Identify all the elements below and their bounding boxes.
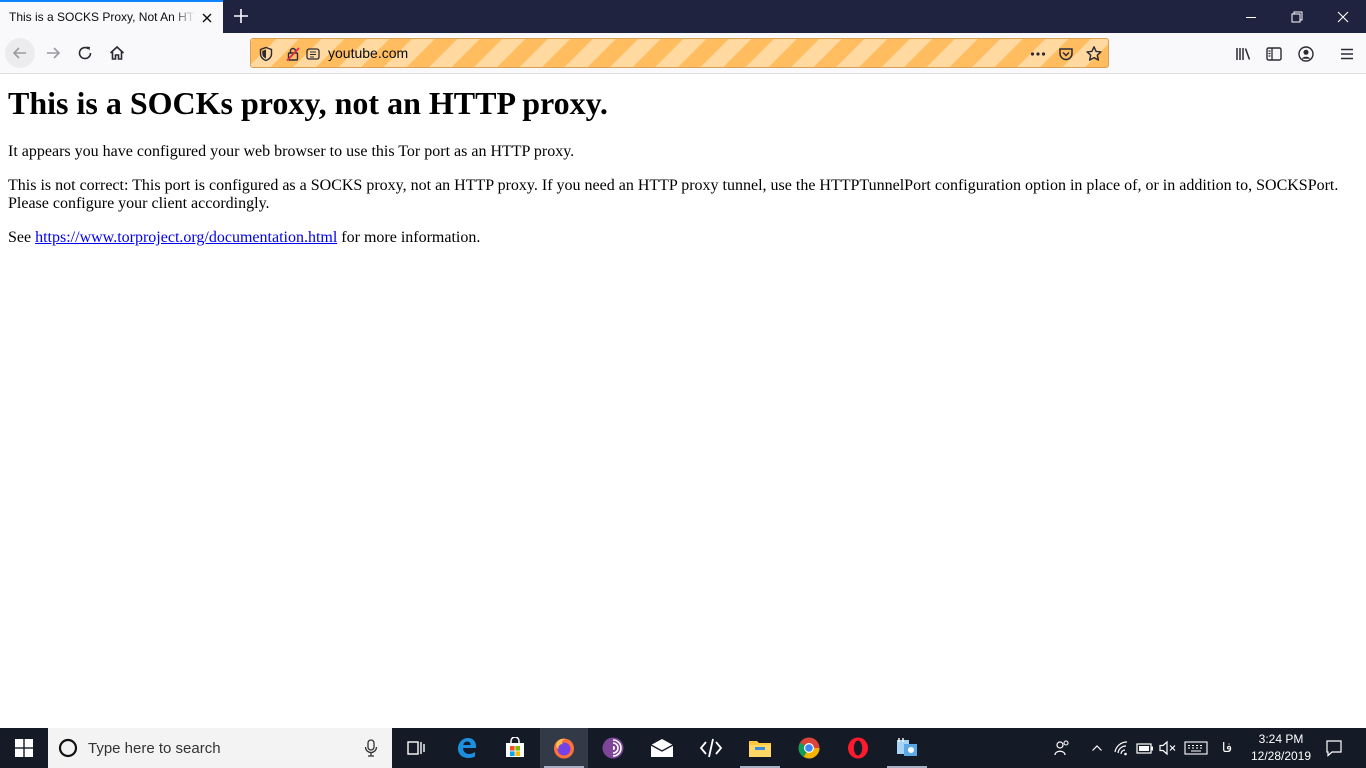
url-text[interactable]: youtube.com xyxy=(328,45,408,61)
battery-icon[interactable] xyxy=(1134,728,1156,768)
page-actions-icon[interactable] xyxy=(1029,45,1047,63)
microsoft-store-icon[interactable] xyxy=(491,728,539,768)
back-icon[interactable] xyxy=(5,38,35,68)
system-clock[interactable]: 3:24 PM 12/28/2019 xyxy=(1240,731,1322,765)
taskbar-search-placeholder: Type here to search xyxy=(88,740,221,757)
taskbar: Type here to search فا 3:24 PM 12/28/201… xyxy=(0,728,1366,768)
new-tab-icon[interactable] xyxy=(230,5,252,27)
paragraph-not-correct: This is not correct: This port is config… xyxy=(8,177,1339,212)
menu-icon[interactable] xyxy=(1336,43,1358,65)
edge-browser-icon[interactable] xyxy=(443,728,491,768)
chevron-up-icon[interactable] xyxy=(1086,728,1108,768)
navigation-toolbar: youtube.com xyxy=(0,33,1366,74)
autoplay-blocked-icon[interactable] xyxy=(304,45,322,63)
see-text: See xyxy=(8,229,36,246)
tracking-shield-icon[interactable] xyxy=(257,45,275,63)
tor-browser-icon[interactable] xyxy=(589,728,637,768)
bookmark-star-icon[interactable] xyxy=(1085,45,1103,63)
home-icon[interactable] xyxy=(102,38,132,68)
microphone-icon[interactable] xyxy=(364,739,378,761)
documentation-link[interactable]: https://www.torproject.org/documentation… xyxy=(35,229,337,246)
opera-icon[interactable] xyxy=(834,728,882,768)
clock-date: 12/28/2019 xyxy=(1250,749,1312,763)
pocket-icon[interactable] xyxy=(1057,45,1075,63)
page-content: This is a SOCKs proxy, not an HTTP proxy… xyxy=(0,75,1366,728)
file-explorer-icon[interactable] xyxy=(736,728,784,768)
account-icon[interactable] xyxy=(1295,43,1317,65)
close-window-icon[interactable] xyxy=(1320,0,1366,33)
page-heading: This is a SOCKs proxy, not an HTTP proxy… xyxy=(8,85,608,121)
taskbar-search-box[interactable]: Type here to search xyxy=(48,728,392,768)
close-tab-icon[interactable] xyxy=(199,10,215,26)
sidebar-icon[interactable] xyxy=(1263,43,1285,65)
tab-active[interactable]: This is a SOCKS Proxy, Not An HTTP Proxy xyxy=(0,0,223,33)
tab-title: This is a SOCKS Proxy, Not An HTTP Proxy xyxy=(9,10,195,24)
volume-muted-icon[interactable] xyxy=(1157,728,1179,768)
minimize-icon[interactable] xyxy=(1228,0,1274,33)
cortana-icon xyxy=(58,738,78,762)
more-info-text: for more information. xyxy=(337,229,481,246)
mail-icon[interactable] xyxy=(638,728,686,768)
keyboard-icon[interactable] xyxy=(1182,728,1210,768)
insecure-connection-icon[interactable] xyxy=(284,45,302,63)
restore-icon[interactable] xyxy=(1274,0,1320,33)
library-icon[interactable] xyxy=(1232,43,1254,65)
paragraph-browser-config: It appears you have configured your web … xyxy=(8,143,575,160)
people-icon[interactable] xyxy=(1048,728,1076,768)
title-bar: This is a SOCKS Proxy, Not An HTTP Proxy xyxy=(0,0,1366,33)
wifi-icon[interactable] xyxy=(1111,728,1133,768)
action-center-icon[interactable] xyxy=(1320,728,1348,768)
code-editor-icon[interactable] xyxy=(687,728,735,768)
paragraph-more-info: See https://www.torproject.org/documenta… xyxy=(8,229,1353,247)
firefox-icon[interactable] xyxy=(540,728,588,768)
clock-time: 3:24 PM xyxy=(1258,732,1304,746)
windows-start-icon[interactable] xyxy=(0,728,48,768)
url-bar[interactable]: youtube.com xyxy=(250,38,1109,68)
network-app-icon[interactable] xyxy=(883,728,931,768)
input-language-indicator[interactable]: فا xyxy=(1216,728,1238,768)
forward-icon[interactable] xyxy=(38,38,68,68)
chrome-icon[interactable] xyxy=(785,728,833,768)
task-view-icon[interactable] xyxy=(392,728,440,768)
reload-icon[interactable] xyxy=(70,38,100,68)
